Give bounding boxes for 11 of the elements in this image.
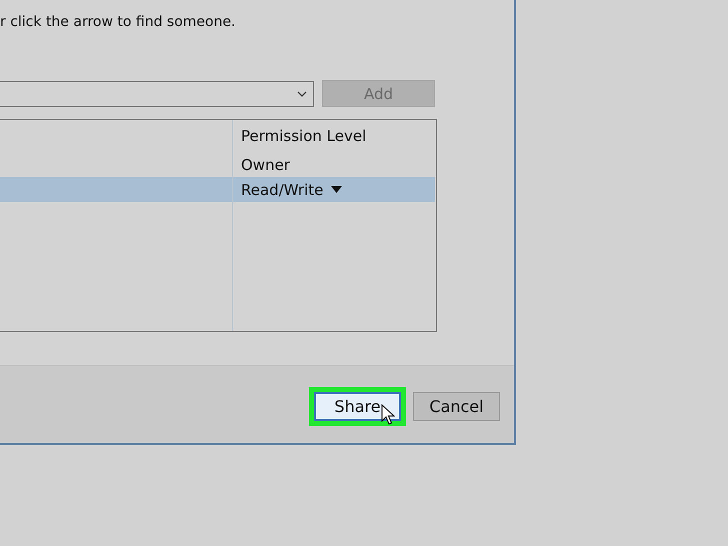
name-combo-field[interactable] <box>0 80 314 106</box>
cancel-button[interactable]: Cancel <box>413 392 500 421</box>
column-header[interactable]: Permission Level <box>241 127 366 145</box>
mouse-pointer-icon <box>381 404 395 426</box>
share-button[interactable]: Share <box>314 392 401 421</box>
permission-level-cell: Owner <box>241 156 290 174</box>
selected-row-highlight[interactable]: Read/Write <box>0 177 435 202</box>
instruction-text: r click the arrow to find someone. <box>0 14 237 32</box>
permission-level-cell[interactable]: Read/Write <box>241 180 324 198</box>
chevron-down-icon <box>297 90 307 96</box>
dropdown-arrow-icon[interactable] <box>331 186 342 193</box>
